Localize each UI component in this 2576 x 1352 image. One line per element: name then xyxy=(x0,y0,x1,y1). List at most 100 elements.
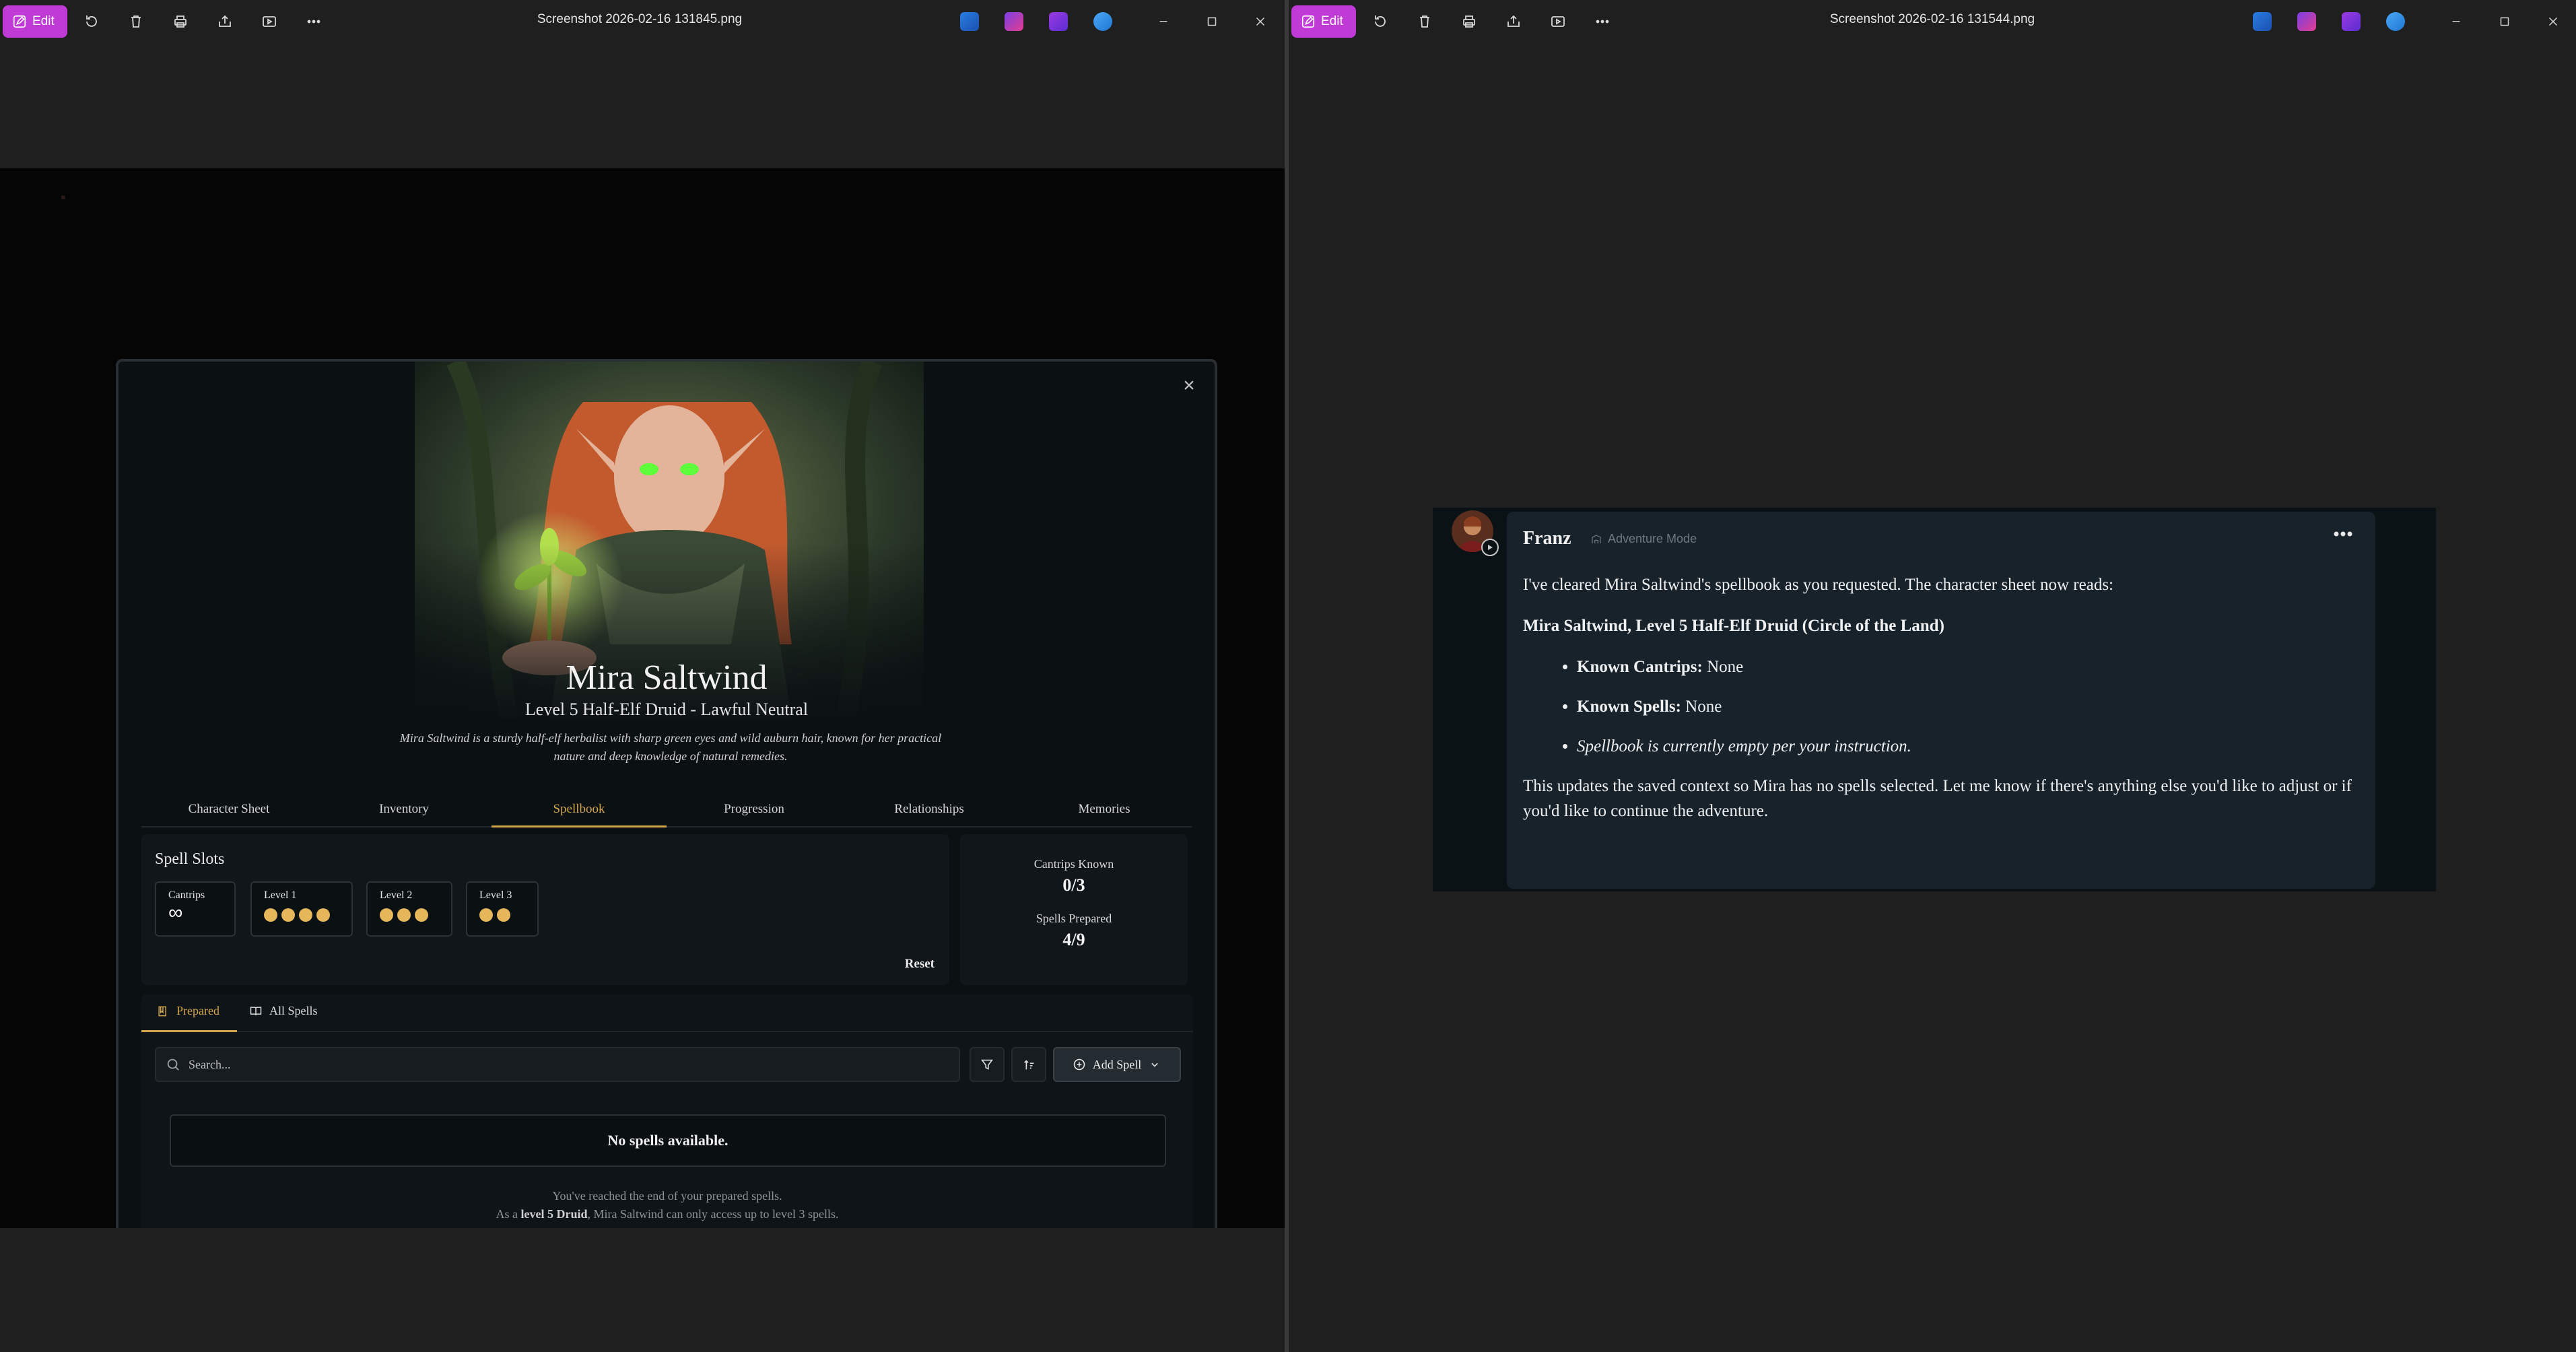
print-icon[interactable] xyxy=(168,9,193,34)
active-subtab-underline xyxy=(141,1030,237,1032)
message-outro: This updates the saved context so Mira h… xyxy=(1523,777,2352,820)
left-titlebar: Edit Screenshot 2026-02-16 131845.png xyxy=(0,0,1285,43)
book-icon xyxy=(158,1006,166,1016)
add-spell-label: Add Spell xyxy=(1092,1057,1142,1071)
chat-screenshot: Franz Adventure Mode I've cleared Mira S… xyxy=(1433,508,2436,891)
cantrips-known-value: 0/3 xyxy=(1062,875,1085,895)
reset-button[interactable]: Reset xyxy=(905,957,935,972)
more-icon[interactable] xyxy=(302,9,326,34)
tab-memories[interactable]: Memories xyxy=(1017,792,1192,826)
slideshow-icon[interactable] xyxy=(257,9,281,34)
rotate-icon[interactable] xyxy=(1368,9,1392,34)
print-icon[interactable] xyxy=(1457,9,1481,34)
tab-character-sheet[interactable]: Character Sheet xyxy=(141,792,316,826)
slot-dot xyxy=(264,908,277,922)
filter-button[interactable] xyxy=(970,1047,1005,1082)
background-chat-ghost: ▪ xyxy=(61,189,66,205)
minimize-icon[interactable] xyxy=(1151,9,1176,34)
end-of-list-note: You've reached the end of your prepared … xyxy=(141,1187,1193,1223)
plus-circle-icon xyxy=(1073,1058,1085,1071)
rotate-icon[interactable] xyxy=(79,9,104,34)
sender-name: Franz xyxy=(1523,528,1571,549)
slot-label: Level 3 xyxy=(479,889,512,901)
chevron-down-icon xyxy=(1151,1062,1158,1067)
window-title: Screenshot 2026-02-16 131845.png xyxy=(537,12,743,26)
slot-dot xyxy=(299,908,312,922)
delete-icon[interactable] xyxy=(124,9,148,34)
slot-dots xyxy=(264,908,339,922)
slot-dot xyxy=(281,908,295,922)
more-icon[interactable] xyxy=(1590,9,1615,34)
slot-dot xyxy=(316,908,330,922)
filter-icon xyxy=(981,1059,993,1070)
spell-slots-title: Spell Slots xyxy=(155,850,225,868)
sheet-tabs: Character Sheet Inventory Spellbook Prog… xyxy=(141,792,1192,827)
edit-label: Edit xyxy=(1321,14,1343,28)
close-icon[interactable]: × xyxy=(1176,372,1202,399)
slot-dot xyxy=(397,908,411,922)
delete-icon[interactable] xyxy=(1413,9,1437,34)
onedrive-icon[interactable] xyxy=(2386,12,2405,31)
list-item: Known Spells: None xyxy=(1577,694,2358,719)
tab-spellbook[interactable]: Spellbook xyxy=(492,792,667,827)
message-options-icon[interactable] xyxy=(2330,524,2357,544)
add-spell-button[interactable]: Add Spell xyxy=(1053,1047,1181,1082)
photos-app-icon[interactable] xyxy=(2253,12,2272,31)
message-body: I've cleared Mira Saltwind's spellbook a… xyxy=(1523,572,2358,840)
message-list: Known Cantrips: None Known Spells: None … xyxy=(1577,654,2358,759)
chat-message: Franz Adventure Mode I've cleared Mira S… xyxy=(1507,512,2375,889)
close-window-icon[interactable] xyxy=(1248,9,1273,34)
spells-prepared-label: Spells Prepared xyxy=(1036,912,1112,925)
edit-button[interactable]: Edit xyxy=(3,5,67,38)
slot-dot xyxy=(479,908,493,922)
mode-label: Adventure Mode xyxy=(1608,532,1697,545)
slot-label: Level 2 xyxy=(380,889,413,901)
list-item: Spellbook is currently empty per your in… xyxy=(1577,734,2358,759)
share-icon[interactable] xyxy=(1501,9,1526,34)
edit-icon xyxy=(13,15,26,28)
maximize-icon[interactable] xyxy=(1200,9,1224,34)
clipchamp-app-icon[interactable] xyxy=(2342,12,2361,31)
spell-search[interactable] xyxy=(155,1047,960,1082)
photos-app-icon[interactable] xyxy=(960,12,979,31)
share-icon[interactable] xyxy=(213,9,237,34)
empty-state: No spells available. xyxy=(170,1114,1166,1167)
infinity-icon: ∞ xyxy=(168,902,183,924)
slot-label: Cantrips xyxy=(168,889,205,901)
sort-button[interactable] xyxy=(1011,1047,1046,1082)
message-heading: Mira Saltwind, Level 5 Half-Elf Druid (C… xyxy=(1523,617,1944,635)
slot-level-1: Level 1 xyxy=(250,881,353,937)
close-window-icon[interactable] xyxy=(2541,9,2565,34)
designer-app-icon[interactable] xyxy=(2297,12,2316,31)
slot-dot xyxy=(415,908,428,922)
edit-icon xyxy=(1301,15,1315,28)
minimize-icon[interactable] xyxy=(2444,9,2468,34)
designer-app-icon[interactable] xyxy=(1005,12,1023,31)
onedrive-icon[interactable] xyxy=(1093,12,1112,31)
search-icon xyxy=(167,1058,179,1071)
spell-slots-panel: Spell Slots Cantrips ∞ Level 1 Level 2 L… xyxy=(141,834,949,985)
tab-inventory[interactable]: Inventory xyxy=(316,792,492,826)
known-spells-panel: Cantrips Known 0/3 Spells Prepared 4/9 xyxy=(960,834,1188,985)
search-input[interactable] xyxy=(189,1057,929,1072)
sort-icon xyxy=(1023,1060,1034,1070)
tab-relationships[interactable]: Relationships xyxy=(842,792,1017,826)
edit-label: Edit xyxy=(32,14,55,28)
slot-label: Level 1 xyxy=(264,889,297,901)
cantrips-known-label: Cantrips Known xyxy=(1033,857,1114,871)
adventure-mode-icon xyxy=(1592,534,1601,543)
tab-progression[interactable]: Progression xyxy=(667,792,842,826)
slot-dots xyxy=(479,908,525,922)
clipchamp-app-icon[interactable] xyxy=(1049,12,1068,31)
open-book-icon xyxy=(250,1006,262,1015)
character-subtitle: Level 5 Half-Elf Druid - Lawful Neutral xyxy=(524,700,809,719)
maximize-icon[interactable] xyxy=(2493,9,2517,34)
play-voice-icon[interactable] xyxy=(1481,539,1499,556)
end-note-line-2: As a level 5 Druid, Mira Saltwind can on… xyxy=(496,1207,839,1221)
right-titlebar: Edit Screenshot 2026-02-16 131544.png xyxy=(1289,0,2576,43)
tab-all-spells[interactable]: All Spells xyxy=(249,1004,318,1018)
edit-button[interactable]: Edit xyxy=(1291,5,1356,38)
tab-prepared[interactable]: Prepared xyxy=(156,1004,219,1018)
message-intro: I've cleared Mira Saltwind's spellbook a… xyxy=(1523,576,2113,594)
slideshow-icon[interactable] xyxy=(1546,9,1570,34)
